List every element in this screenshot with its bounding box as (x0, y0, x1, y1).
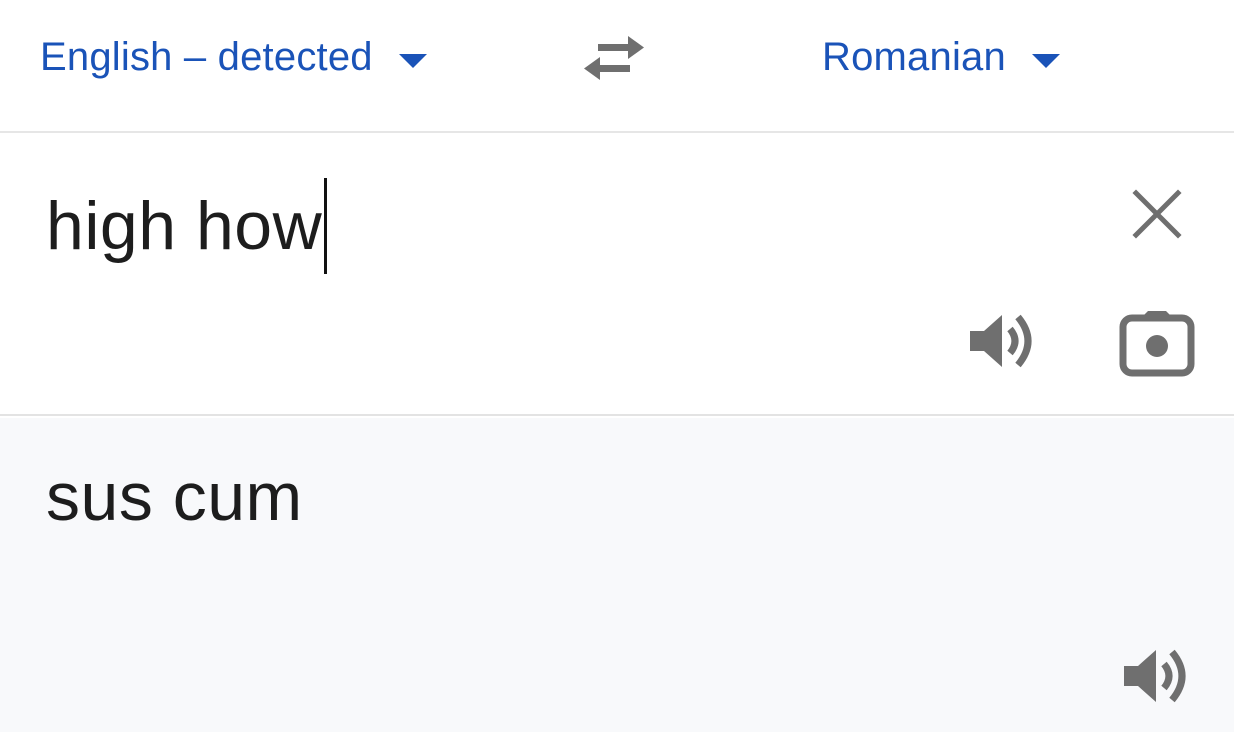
caret-down-icon (1031, 54, 1060, 68)
clear-input-button[interactable] (1126, 183, 1188, 245)
translate-app: English – detected Romanian high how sus… (0, 0, 1234, 732)
speaker-icon (1124, 649, 1186, 703)
camera-icon (1119, 311, 1195, 377)
listen-source-button[interactable] (966, 309, 1038, 373)
camera-input-button[interactable] (1118, 309, 1196, 377)
swap-languages-button[interactable] (578, 28, 650, 88)
language-bar: English – detected Romanian (0, 0, 1234, 133)
listen-translation-button[interactable] (1120, 644, 1192, 708)
source-text-field[interactable]: high how (46, 178, 328, 274)
speaker-icon (970, 314, 1032, 368)
caret-down-icon (398, 54, 427, 68)
source-language-selector[interactable]: English – detected (40, 30, 427, 84)
source-language-label: English – detected (40, 34, 373, 79)
translation-output-panel: sus cum (0, 418, 1234, 732)
target-language-label: Romanian (822, 34, 1006, 79)
text-cursor (324, 178, 328, 274)
source-text: high how (46, 188, 323, 264)
close-icon (1132, 189, 1182, 239)
translated-text: sus cum (46, 459, 303, 535)
source-input-panel[interactable]: high how (0, 135, 1234, 416)
target-language-selector[interactable]: Romanian (822, 30, 1060, 84)
swap-horizontal-icon (584, 36, 644, 80)
